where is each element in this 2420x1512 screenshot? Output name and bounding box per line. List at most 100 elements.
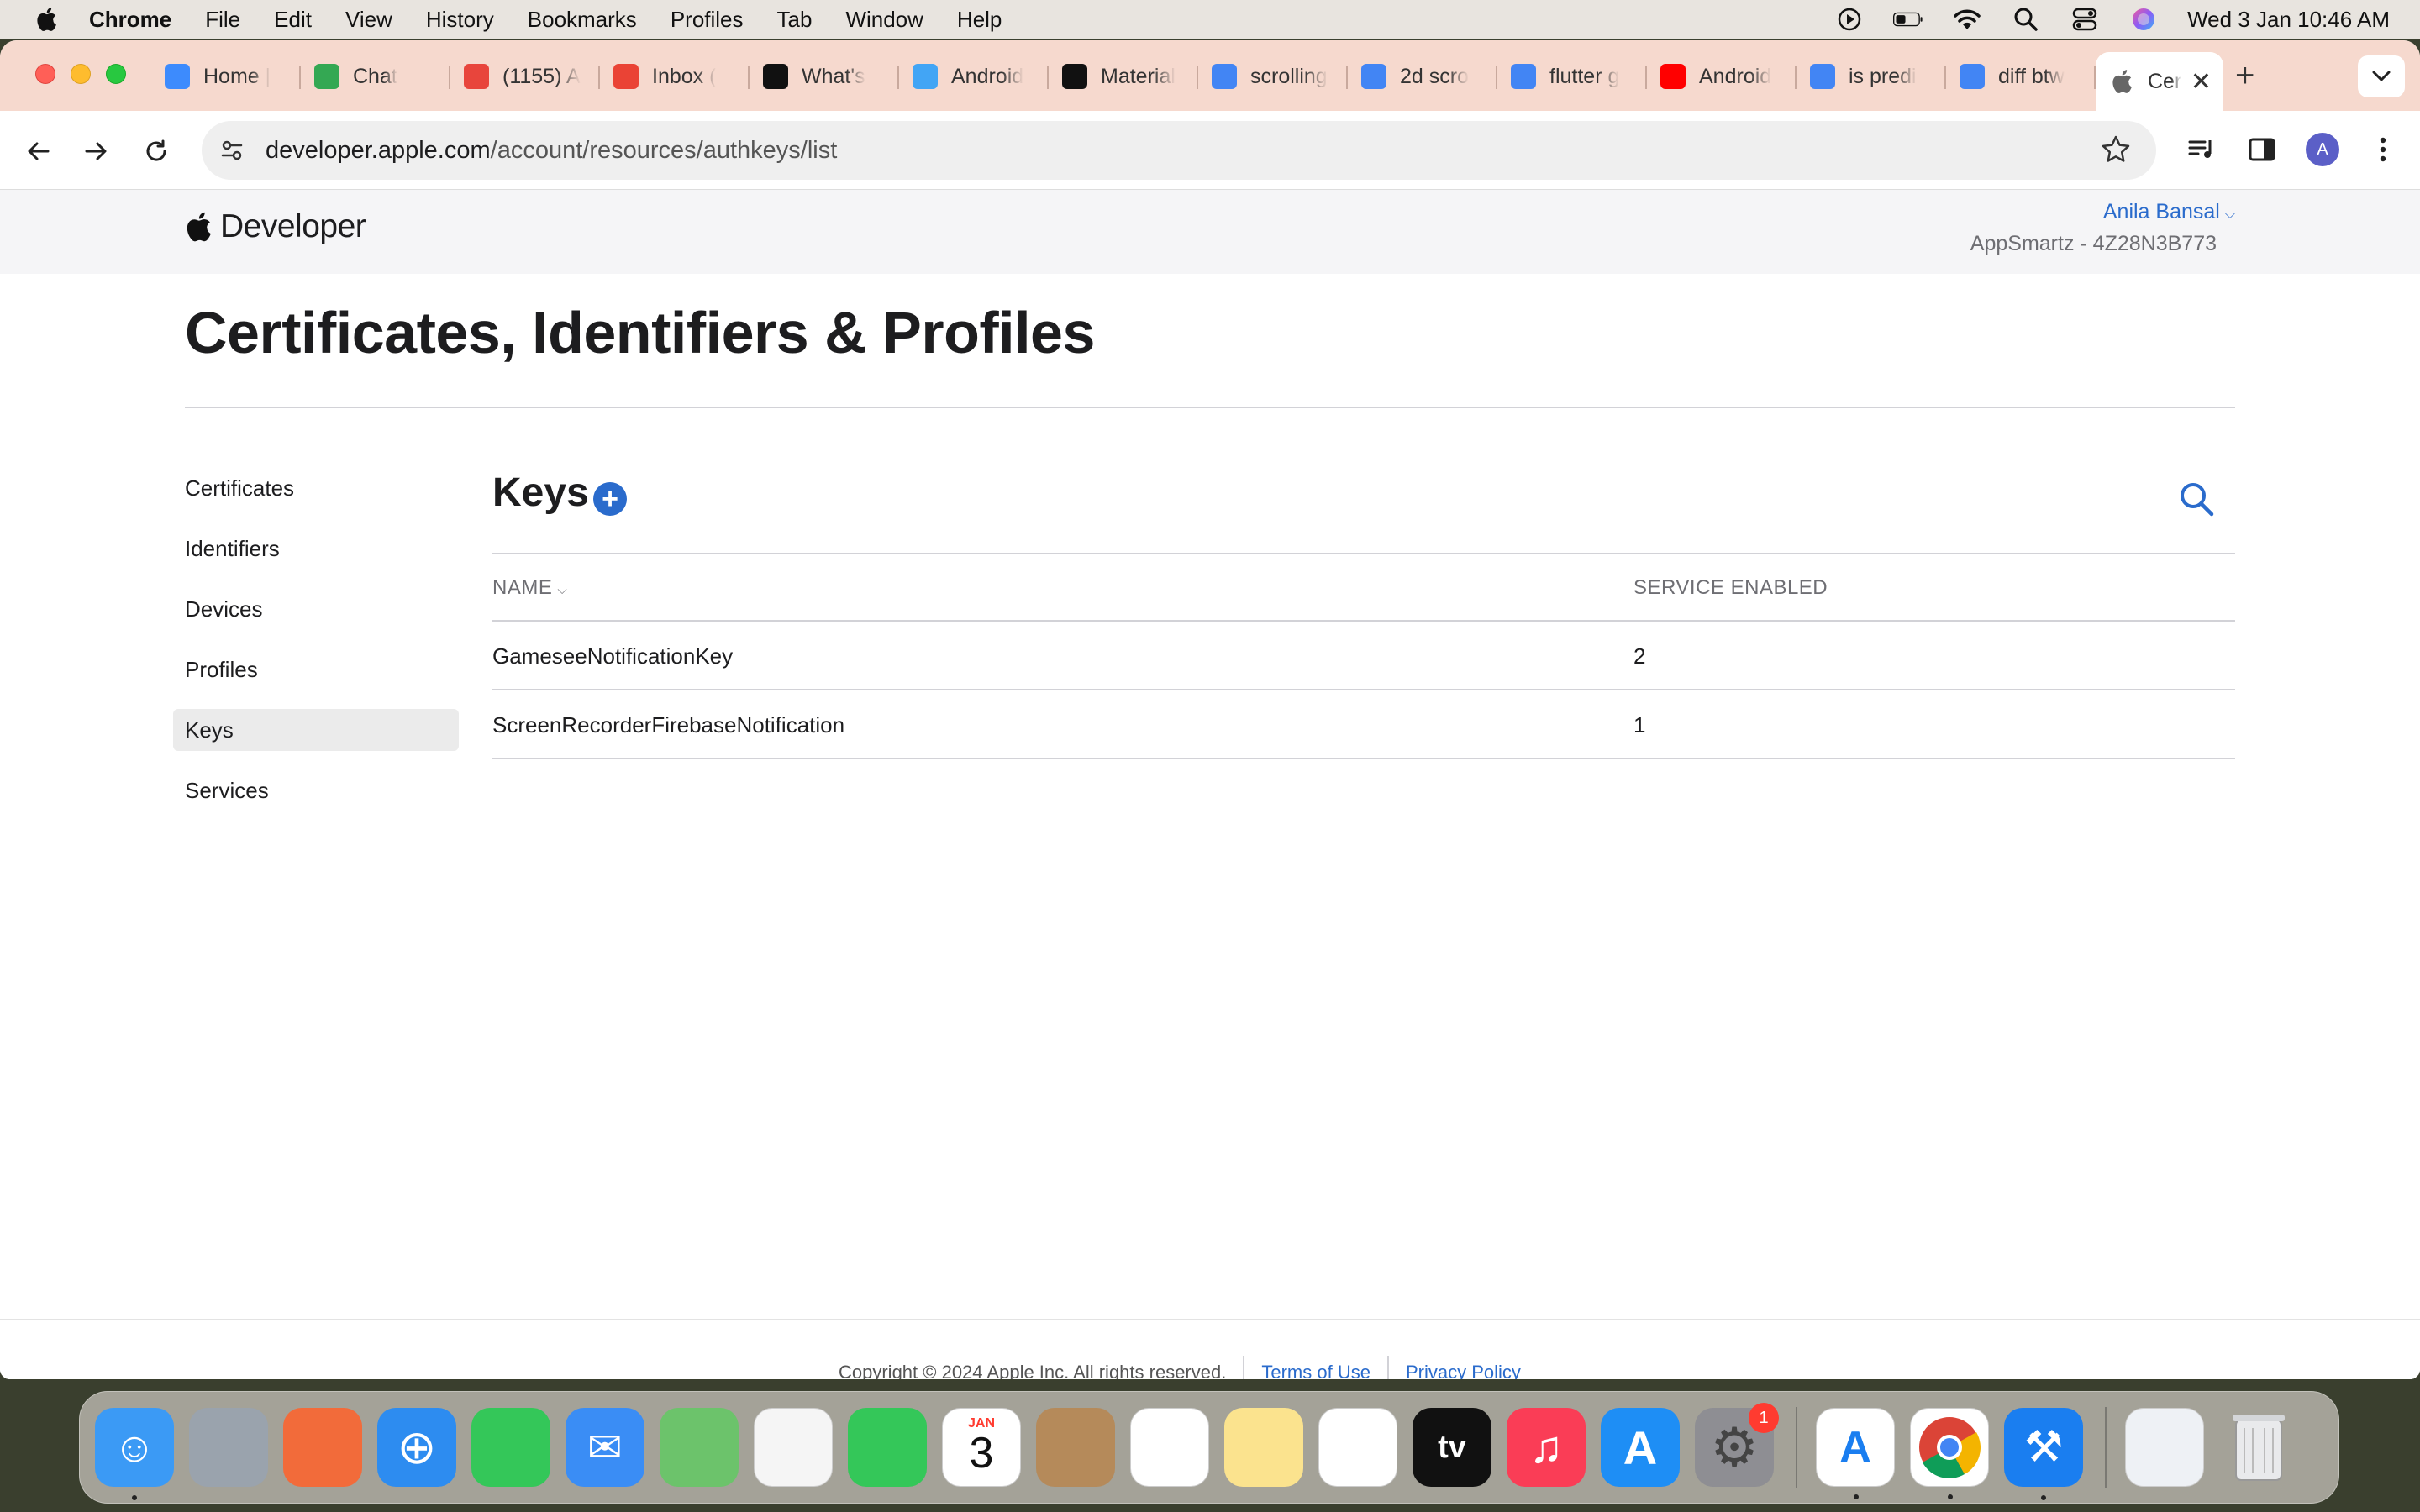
instruments-app-icon[interactable]: A	[1816, 1408, 1895, 1499]
minimize-window-button[interactable]	[71, 64, 91, 84]
notes-app-icon[interactable]	[1224, 1408, 1303, 1487]
app-store-app-icon[interactable]: A	[1601, 1408, 1680, 1487]
browser-tab[interactable]: diff btw	[1946, 52, 2096, 101]
xcode-app-icon[interactable]: ⚒	[2004, 1408, 2083, 1500]
browser-tab[interactable]: Home |	[151, 52, 301, 101]
apple-menu-icon[interactable]	[35, 7, 57, 32]
reload-button[interactable]	[138, 133, 175, 170]
profile-button[interactable]: A	[2301, 128, 2344, 171]
browser-tab[interactable]: Inbox (	[600, 52, 750, 101]
sidebar-item-profiles[interactable]: Profiles	[173, 648, 459, 690]
system-settings-app-icon[interactable]: ⚙ 1	[1695, 1403, 1779, 1487]
contacts-app-icon[interactable]	[1036, 1408, 1115, 1487]
freeform-app-icon[interactable]	[1318, 1408, 1397, 1487]
messages-app-icon[interactable]	[471, 1408, 550, 1487]
chrome-app-icon[interactable]	[1910, 1408, 1989, 1499]
resources-sidebar: Certificates Identifiers Devices Profiles Ke…	[173, 467, 459, 830]
table-row[interactable]: ScreenRecorderFirebaseNotification 1	[492, 690, 2235, 759]
zoom-window-button[interactable]	[106, 64, 126, 84]
running-indicator	[132, 1495, 137, 1500]
bookmark-star-icon[interactable]	[2099, 133, 2133, 171]
chevron-down-icon: ⌵	[2224, 207, 2235, 222]
siri-icon[interactable]	[2128, 7, 2159, 32]
back-button[interactable]	[20, 133, 57, 170]
browser-tab[interactable]: What's	[750, 52, 899, 101]
pen-app-app-icon[interactable]	[283, 1408, 362, 1487]
browser-tab[interactable]: scrolling	[1198, 52, 1348, 101]
site-info-icon[interactable]	[213, 132, 250, 169]
browser-tab[interactable]: 2d scro	[1348, 52, 1497, 101]
menubar-clock[interactable]: Wed 3 Jan 10:46 AM	[2187, 7, 2390, 33]
close-tab-icon[interactable]: ✕	[2191, 67, 2212, 97]
sidebar-item-devices[interactable]: Devices	[173, 588, 459, 630]
sort-chevron-icon: ⌵	[557, 583, 568, 597]
downloads-stack-icon[interactable]	[2125, 1408, 2204, 1487]
browser-tab[interactable]: flutter g	[1497, 52, 1647, 101]
tab-search-button[interactable]	[2358, 55, 2405, 97]
footer-divider	[1243, 1356, 1245, 1379]
maps-app-icon[interactable]	[660, 1408, 739, 1487]
browser-tab[interactable]: Android	[899, 52, 1049, 101]
menu-window[interactable]: Window	[845, 7, 923, 33]
menu-tab[interactable]: Tab	[777, 7, 813, 33]
wifi-icon[interactable]	[1952, 7, 1982, 32]
address-bar[interactable]: developer.apple.com/account/resources/au…	[202, 121, 2156, 180]
menu-edit[interactable]: Edit	[274, 7, 312, 33]
menu-bookmarks[interactable]: Bookmarks	[528, 7, 637, 33]
key-name-cell[interactable]: GameseeNotificationKey	[492, 643, 733, 669]
battery-icon[interactable]	[1893, 7, 1923, 32]
google-icon	[1212, 64, 1237, 89]
search-keys-button[interactable]	[2178, 480, 2215, 517]
browser-tab[interactable]: Android	[1647, 52, 1797, 101]
url-text[interactable]: developer.apple.com/account/resources/au…	[266, 137, 837, 165]
browser-tab[interactable]: Chat	[301, 52, 450, 101]
sidebar-item-identifiers[interactable]: Identifiers	[173, 528, 459, 570]
trash-icon[interactable]	[2219, 1408, 2298, 1487]
add-key-button[interactable]: +	[593, 482, 627, 516]
envelope-icon: ✉	[587, 1424, 623, 1471]
menu-history[interactable]: History	[426, 7, 494, 33]
facetime-app-icon[interactable]	[848, 1408, 927, 1487]
sidebar-item-certificates[interactable]: Certificates	[173, 467, 459, 509]
key-name-cell[interactable]: ScreenRecorderFirebaseNotification	[492, 712, 844, 738]
privacy-policy-link[interactable]: Privacy Policy	[1406, 1362, 1521, 1379]
menu-file[interactable]: File	[205, 7, 240, 33]
menu-help[interactable]: Help	[957, 7, 1002, 33]
account-menu[interactable]: Anila Bansal ⌵	[2103, 200, 2235, 224]
media-play-icon[interactable]	[1834, 7, 1865, 32]
active-browser-tab[interactable]: Cer ✕	[2096, 52, 2223, 111]
browser-tab[interactable]: Material	[1049, 52, 1198, 101]
close-window-button[interactable]	[35, 64, 55, 84]
browser-tab[interactable]: (1155) A	[450, 52, 600, 101]
launchpad-app-icon[interactable]	[189, 1408, 268, 1487]
new-tab-button[interactable]: +	[2235, 59, 2254, 92]
tab-title: diff btw	[1998, 64, 2065, 88]
chrome-menu-button[interactable]	[2361, 128, 2405, 171]
calendar-app-icon[interactable]: JAN 3	[942, 1408, 1021, 1487]
reminders-app-icon[interactable]	[1130, 1408, 1209, 1487]
menu-app-name[interactable]: Chrome	[89, 7, 171, 33]
sidebar-item-services[interactable]: Services	[173, 769, 459, 811]
terms-of-use-link[interactable]: Terms of Use	[1261, 1362, 1370, 1379]
spotlight-search-icon[interactable]	[2011, 7, 2041, 32]
side-panel-button[interactable]	[2240, 128, 2284, 171]
keys-heading: Keys	[492, 470, 589, 515]
sidebar-item-keys[interactable]: Keys	[173, 709, 459, 751]
column-name-header[interactable]: NAME ⌵	[492, 576, 567, 600]
chevron-down-icon	[2372, 71, 2391, 82]
developer-logo[interactable]: Developer	[185, 208, 366, 245]
forward-button[interactable]	[77, 133, 114, 170]
menu-profiles[interactable]: Profiles	[671, 7, 744, 33]
tv-app-icon[interactable]: tv	[1413, 1408, 1491, 1487]
media-controls-button[interactable]	[2180, 128, 2223, 171]
table-row[interactable]: GameseeNotificationKey 2	[492, 622, 2235, 690]
browser-tab[interactable]: is predi	[1797, 52, 1946, 101]
control-center-icon[interactable]	[2070, 7, 2100, 32]
mail-app-icon[interactable]: ✉	[566, 1408, 644, 1487]
finder-app-icon[interactable]: ☺	[95, 1408, 174, 1500]
music-app-icon[interactable]: ♫	[1507, 1408, 1586, 1487]
photos-app-icon[interactable]	[754, 1408, 833, 1487]
column-name-label: NAME	[492, 576, 553, 599]
menu-view[interactable]: View	[345, 7, 392, 33]
safari-app-icon[interactable]: ⊕	[377, 1408, 456, 1487]
